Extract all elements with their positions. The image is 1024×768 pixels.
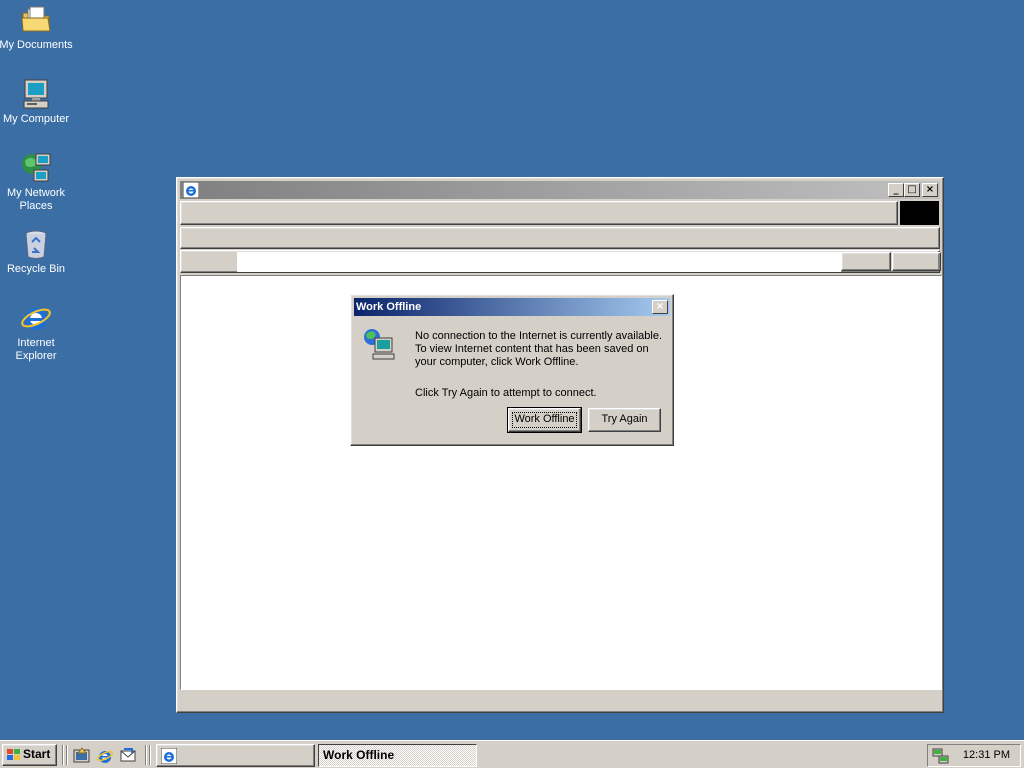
taskbar-separator — [62, 745, 64, 765]
internet-explorer-icon[interactable] — [182, 181, 200, 199]
focus-rect — [512, 412, 577, 428]
close-icon: × — [925, 184, 935, 195]
links-button[interactable] — [892, 252, 941, 271]
dialog-message-line: your computer, click Work Offline. — [415, 356, 579, 368]
desktop-icon-internet-explorer[interactable]: Internet Explorer — [0, 302, 74, 363]
desktop-icon-my-computer[interactable]: My Computer — [0, 78, 74, 126]
minimize-button[interactable]: _ — [888, 183, 904, 197]
desktop-icon-label: Places — [19, 200, 53, 212]
dialog-message-line: To view Internet content that has been s… — [415, 343, 649, 355]
maximize-button[interactable]: □ — [904, 183, 920, 197]
desktop-icon-label: My Network — [6, 187, 66, 199]
taskbar-separator — [145, 745, 147, 765]
maximize-icon: □ — [907, 184, 917, 195]
recycle-bin-icon — [20, 228, 52, 260]
network-computer-icon — [362, 327, 396, 361]
dialog-close-button[interactable]: × — [652, 300, 668, 314]
desktop-icon-label: Recycle Bin — [6, 263, 66, 275]
dialog-titlebar[interactable]: Work Offline × — [354, 298, 670, 316]
internet-explorer-icon — [160, 747, 178, 765]
network-connection-icon[interactable] — [932, 747, 950, 765]
show-desktop-icon[interactable] — [73, 747, 91, 765]
close-button[interactable]: × — [922, 183, 938, 197]
internet-explorer-icon[interactable] — [96, 747, 114, 765]
taskbar-separator — [66, 745, 68, 765]
ie-titlebar[interactable]: _ □ × — [180, 181, 940, 199]
close-icon: × — [655, 301, 665, 312]
dialog-hint: Click Try Again to attempt to connect. — [415, 387, 597, 399]
computer-icon — [20, 78, 52, 110]
ie-address-bar — [180, 250, 941, 273]
outlook-express-icon[interactable] — [119, 747, 137, 765]
minimize-icon: _ — [893, 184, 899, 195]
desktop-icon-my-documents[interactable]: My Documents — [0, 4, 74, 52]
desktop-icon-label: Explorer — [15, 350, 57, 362]
folder-documents-icon — [20, 4, 52, 36]
try-again-button[interactable]: Try Again — [588, 408, 661, 432]
system-tray: 12:31 PM — [927, 744, 1021, 767]
desktop-icon-my-network-places[interactable]: My Network Places — [0, 152, 74, 213]
work-offline-button[interactable]: Work Offline — [507, 407, 582, 433]
ie-toolbar[interactable] — [180, 227, 940, 249]
taskbar-button-work-offline[interactable]: Work Offline — [318, 744, 477, 767]
desktop-icon-label: My Computer — [2, 113, 70, 125]
desktop-icon-label: Internet — [17, 337, 55, 349]
network-places-icon — [20, 152, 52, 184]
windows-logo-icon — [6, 748, 22, 762]
taskbar-separator — [149, 745, 151, 765]
taskbar-button-label: Work Offline — [323, 748, 395, 762]
start-button[interactable]: Start — [2, 744, 57, 766]
desktop-icon-label: My Documents — [0, 39, 73, 51]
dialog-message-line: No connection to the Internet is current… — [415, 330, 663, 342]
ie-menubar[interactable] — [180, 201, 898, 225]
clock[interactable]: 12:31 PM — [963, 745, 1010, 766]
address-label — [182, 252, 234, 271]
desktop-icon-recycle-bin[interactable]: Recycle Bin — [0, 228, 74, 276]
dialog-title: Work Offline — [356, 301, 422, 313]
internet-explorer-icon — [20, 302, 52, 334]
taskbar: Start Work Offline 12:31 PM — [0, 740, 1024, 768]
start-label: Start — [23, 747, 51, 761]
taskbar-button-internet-explorer[interactable] — [156, 744, 315, 767]
address-input[interactable] — [237, 252, 841, 272]
ie-status-bar — [180, 691, 942, 711]
go-button[interactable] — [841, 252, 891, 271]
ie-throbber[interactable] — [900, 201, 939, 225]
try-again-label: Try Again — [601, 413, 648, 425]
